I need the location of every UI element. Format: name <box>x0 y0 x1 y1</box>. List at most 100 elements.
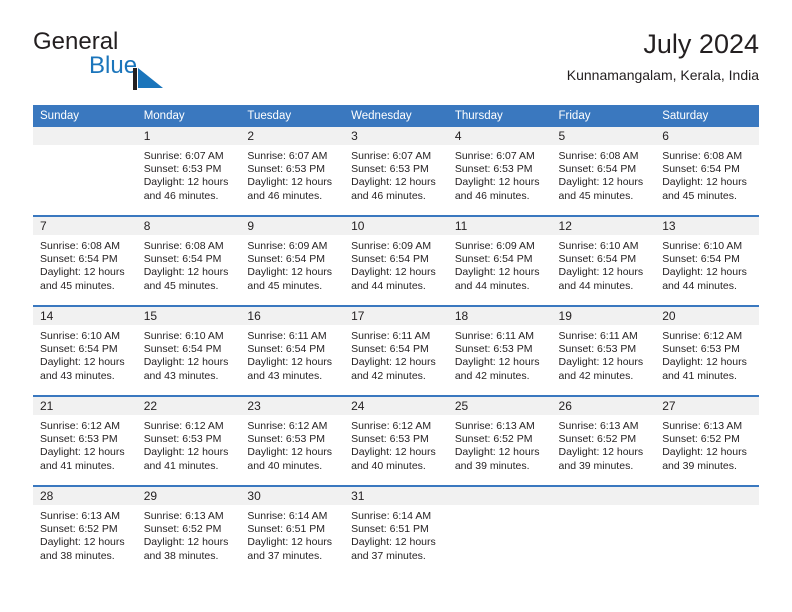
calendar-week-row: 14 Sunrise: 6:10 AM Sunset: 6:54 PM Dayligh… <box>33 305 759 396</box>
daylight-text-line1: Daylight: 12 hours <box>143 266 229 279</box>
sunset-text: Sunset: 6:54 PM <box>558 163 637 176</box>
daylight-text-line1: Daylight: 12 hours <box>558 356 644 369</box>
day-number: 23 <box>240 397 345 415</box>
calendar-day-cell[interactable]: 16 Sunrise: 6:11 AM Sunset: 6:54 PM Dayligh… <box>240 305 345 396</box>
daylight-text-line2: and 41 minutes. <box>143 459 219 472</box>
weekday-header-friday: Friday <box>551 105 656 127</box>
sunrise-text: Sunrise: 6:11 AM <box>454 330 534 342</box>
sunset-text: Sunset: 6:52 PM <box>40 523 118 536</box>
sunrise-text: Sunrise: 6:07 AM <box>247 150 328 162</box>
calendar-day-cell[interactable]: 26 Sunrise: 6:13 AM Sunset: 6:52 PM Dayligh… <box>551 395 656 486</box>
sunrise-text: Sunrise: 6:08 AM <box>662 150 743 162</box>
calendar-day-cell[interactable]: 28 Sunrise: 6:13 AM Sunset: 6:52 PM Dayligh… <box>33 485 137 575</box>
daylight-text-line1: Daylight: 12 hours <box>351 536 436 549</box>
day-number: 27 <box>655 397 759 415</box>
daylight-text-line1: Daylight: 12 hours <box>351 176 436 189</box>
sunrise-text: Sunrise: 6:10 AM <box>558 240 639 252</box>
calendar-day-cell[interactable]: 25 Sunrise: 6:13 AM Sunset: 6:52 PM Dayligh… <box>447 395 552 486</box>
calendar-day-cell[interactable]: 3 Sunrise: 6:07 AM Sunset: 6:53 PM Daylight… <box>344 127 448 216</box>
sunset-text: Sunset: 6:52 PM <box>143 523 222 536</box>
calendar-day-cell[interactable]: 22 Sunrise: 6:12 AM Sunset: 6:53 PM Dayligh… <box>136 395 241 486</box>
calendar-day-cell[interactable]: 7 Sunrise: 6:08 AM Sunset: 6:54 PM Daylight… <box>33 215 137 306</box>
daylight-text-line1: Daylight: 12 hours <box>351 446 436 459</box>
calendar-day-cell[interactable]: 2 Sunrise: 6:07 AM Sunset: 6:53 PM Daylight… <box>240 127 345 216</box>
daylight-text-line1: Daylight: 12 hours <box>247 446 333 459</box>
calendar-day-cell[interactable]: 31 Sunrise: 6:14 AM Sunset: 6:51 PM Dayligh… <box>344 485 448 575</box>
day-number: 17 <box>344 307 448 325</box>
calendar-body: 1 Sunrise: 6:07 AM Sunset: 6:53 PM Daylight… <box>33 127 759 575</box>
calendar-day-cell[interactable]: 24 Sunrise: 6:12 AM Sunset: 6:53 PM Dayligh… <box>344 395 448 486</box>
day-cell-inner: 21 Sunrise: 6:12 AM Sunset: 6:53 PM Dayligh… <box>33 397 137 485</box>
daylight-text-line2: and 37 minutes. <box>351 549 426 562</box>
calendar-day-cell[interactable]: 4 Sunrise: 6:07 AM Sunset: 6:53 PM Daylight… <box>447 127 552 216</box>
sunrise-text: Sunrise: 6:10 AM <box>40 330 120 342</box>
brand-logo[interactable]: General Blue <box>33 28 253 90</box>
daylight-text-line2: and 45 minutes. <box>662 189 737 202</box>
sunrise-text: Sunrise: 6:08 AM <box>143 240 224 252</box>
sunset-text: Sunset: 6:54 PM <box>143 343 222 356</box>
calendar-day-cell[interactable]: 30 Sunrise: 6:14 AM Sunset: 6:51 PM Dayligh… <box>240 485 345 575</box>
day-cell-inner: 15 Sunrise: 6:10 AM Sunset: 6:54 PM Dayligh… <box>136 307 241 395</box>
day-number <box>551 487 656 505</box>
calendar-day-cell[interactable]: 9 Sunrise: 6:09 AM Sunset: 6:54 PM Daylight… <box>240 215 345 306</box>
calendar-day-cell[interactable]: 27 Sunrise: 6:13 AM Sunset: 6:52 PM Dayligh… <box>655 395 759 486</box>
sunset-text: Sunset: 6:54 PM <box>247 343 326 356</box>
day-number: 9 <box>240 217 345 235</box>
calendar-day-cell[interactable]: 23 Sunrise: 6:12 AM Sunset: 6:53 PM Dayligh… <box>240 395 345 486</box>
calendar-day-cell[interactable]: 20 Sunrise: 6:12 AM Sunset: 6:53 PM Dayligh… <box>655 305 759 396</box>
day-details: Sunrise: 6:12 AM Sunset: 6:53 PM Daylight:… <box>240 415 344 473</box>
brand-name-blue: Blue <box>89 52 138 79</box>
day-details: Sunrise: 6:11 AM Sunset: 6:54 PM Daylight:… <box>240 325 344 383</box>
calendar-table: Sunday Monday Tuesday Wednesday Thursday… <box>33 105 759 575</box>
calendar-day-cell[interactable]: 6 Sunrise: 6:08 AM Sunset: 6:54 PM Daylight… <box>655 127 759 216</box>
calendar-day-cell[interactable]: 18 Sunrise: 6:11 AM Sunset: 6:53 PM Dayligh… <box>447 305 552 396</box>
day-details: Sunrise: 6:08 AM Sunset: 6:54 PM Daylight:… <box>137 235 241 293</box>
day-number: 29 <box>136 487 241 505</box>
day-number: 4 <box>447 127 552 145</box>
daylight-text-line2: and 42 minutes. <box>351 369 426 382</box>
calendar-page: General Blue July 2024 Kunnamangalam, Ke… <box>0 0 792 612</box>
sunrise-text: Sunrise: 6:13 AM <box>662 420 743 432</box>
day-cell-inner: 22 Sunrise: 6:12 AM Sunset: 6:53 PM Dayligh… <box>136 397 241 485</box>
location-subtitle: Kunnamangalam, Kerala, India <box>566 67 759 83</box>
calendar-day-cell[interactable]: 13 Sunrise: 6:10 AM Sunset: 6:54 PM Dayligh… <box>655 215 759 306</box>
sunset-text: Sunset: 6:54 PM <box>351 253 429 266</box>
sunrise-text: Sunrise: 6:12 AM <box>351 420 432 432</box>
calendar-day-cell[interactable]: 29 Sunrise: 6:13 AM Sunset: 6:52 PM Dayligh… <box>136 485 241 575</box>
daylight-text-line2: and 38 minutes. <box>143 549 219 562</box>
calendar-day-cell[interactable]: 12 Sunrise: 6:10 AM Sunset: 6:54 PM Dayligh… <box>551 215 656 306</box>
day-cell-inner <box>655 487 759 575</box>
day-details: Sunrise: 6:14 AM Sunset: 6:51 PM Daylight:… <box>240 505 344 563</box>
daylight-text-line1: Daylight: 12 hours <box>247 536 333 549</box>
calendar-day-cell[interactable]: 10 Sunrise: 6:09 AM Sunset: 6:54 PM Dayligh… <box>344 215 448 306</box>
daylight-text-line2: and 41 minutes. <box>40 459 115 472</box>
day-number: 8 <box>136 217 241 235</box>
calendar-day-cell[interactable]: 14 Sunrise: 6:10 AM Sunset: 6:54 PM Dayligh… <box>33 305 137 396</box>
calendar-day-cell[interactable]: 19 Sunrise: 6:11 AM Sunset: 6:53 PM Dayligh… <box>551 305 656 396</box>
sunrise-text: Sunrise: 6:09 AM <box>454 240 535 252</box>
day-details: Sunrise: 6:08 AM Sunset: 6:54 PM Daylight:… <box>655 145 759 203</box>
calendar-day-cell[interactable]: 15 Sunrise: 6:10 AM Sunset: 6:54 PM Dayligh… <box>136 305 241 396</box>
calendar-day-cell[interactable]: 11 Sunrise: 6:09 AM Sunset: 6:54 PM Dayligh… <box>447 215 552 306</box>
daylight-text-line1: Daylight: 12 hours <box>143 176 229 189</box>
day-number: 10 <box>344 217 448 235</box>
day-cell-inner: 14 Sunrise: 6:10 AM Sunset: 6:54 PM Dayligh… <box>33 307 137 395</box>
calendar-day-cell[interactable]: 17 Sunrise: 6:11 AM Sunset: 6:54 PM Dayligh… <box>344 305 448 396</box>
day-cell-inner: 12 Sunrise: 6:10 AM Sunset: 6:54 PM Dayligh… <box>551 217 656 305</box>
day-details: Sunrise: 6:12 AM Sunset: 6:53 PM Daylight:… <box>33 415 137 473</box>
day-cell-inner: 30 Sunrise: 6:14 AM Sunset: 6:51 PM Dayligh… <box>240 487 345 575</box>
daylight-text-line2: and 43 minutes. <box>40 369 115 382</box>
daylight-text-line2: and 40 minutes. <box>351 459 426 472</box>
day-details: Sunrise: 6:13 AM Sunset: 6:52 PM Daylight:… <box>655 415 759 473</box>
calendar-day-cell[interactable]: 5 Sunrise: 6:08 AM Sunset: 6:54 PM Daylight… <box>551 127 656 216</box>
calendar-day-cell[interactable]: 1 Sunrise: 6:07 AM Sunset: 6:53 PM Daylight… <box>136 127 241 216</box>
calendar-day-cell[interactable]: 8 Sunrise: 6:08 AM Sunset: 6:54 PM Daylight… <box>136 215 241 306</box>
daylight-text-line2: and 45 minutes. <box>40 279 115 292</box>
daylight-text-line2: and 39 minutes. <box>662 459 737 472</box>
day-cell-inner: 25 Sunrise: 6:13 AM Sunset: 6:52 PM Dayligh… <box>447 397 552 485</box>
day-details: Sunrise: 6:13 AM Sunset: 6:52 PM Daylight:… <box>552 415 656 473</box>
daylight-text-line1: Daylight: 12 hours <box>662 176 747 189</box>
daylight-text-line1: Daylight: 12 hours <box>40 356 125 369</box>
calendar-day-cell[interactable]: 21 Sunrise: 6:12 AM Sunset: 6:53 PM Dayligh… <box>33 395 137 486</box>
day-number: 1 <box>136 127 241 145</box>
